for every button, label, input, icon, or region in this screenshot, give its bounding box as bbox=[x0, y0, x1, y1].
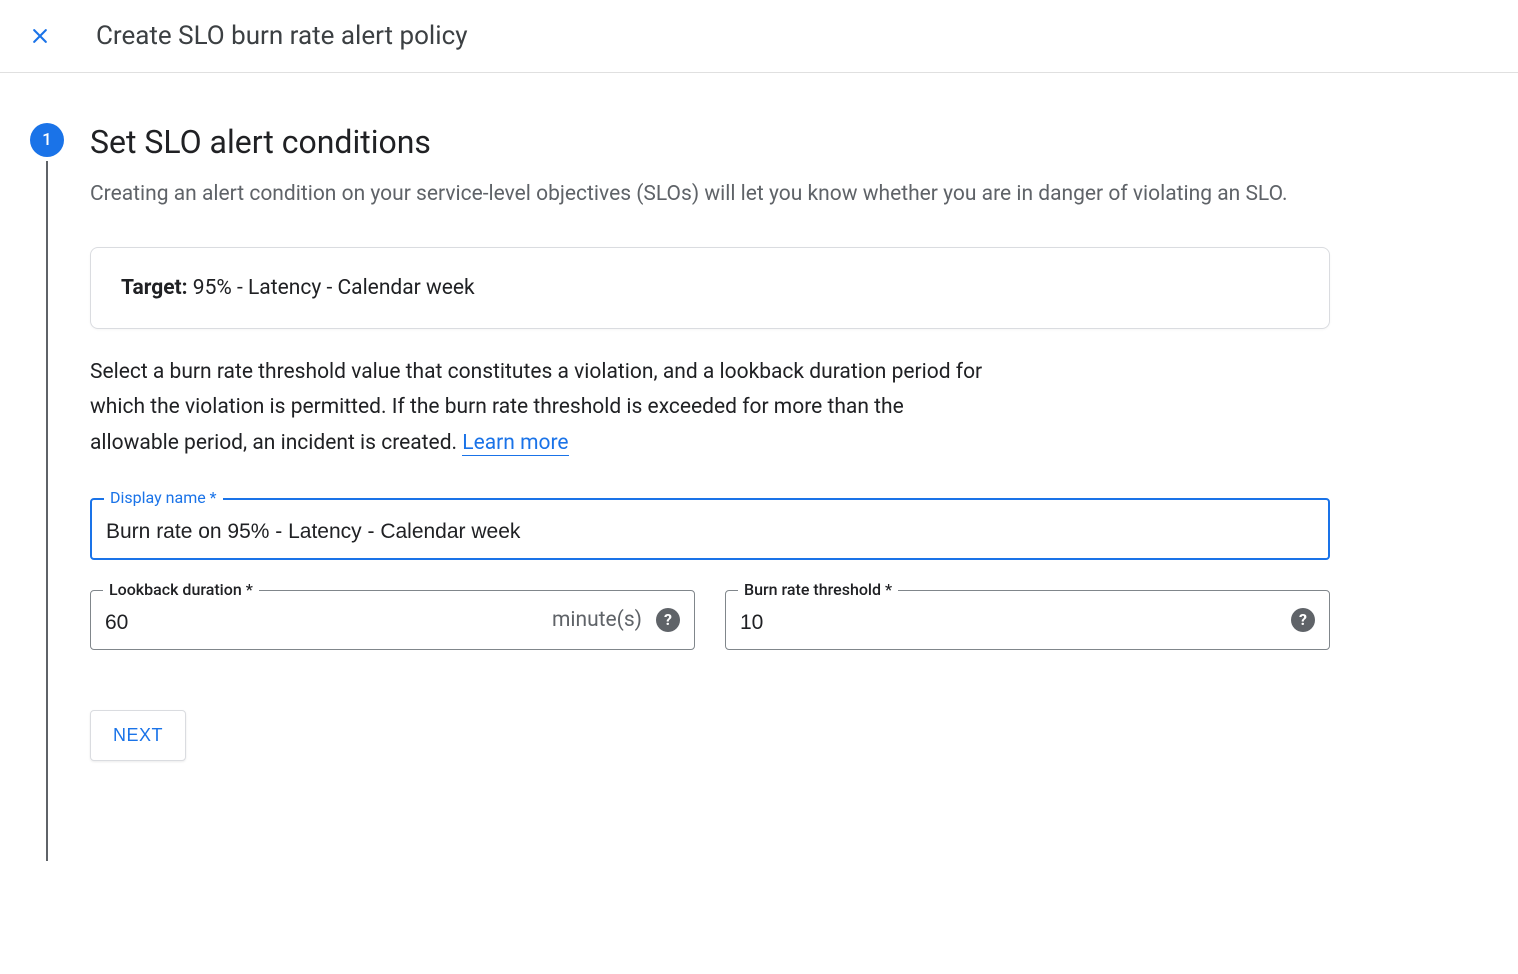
close-icon bbox=[30, 26, 50, 46]
page-header: Create SLO burn rate alert policy bbox=[0, 0, 1518, 73]
lookback-help-icon[interactable]: ? bbox=[656, 608, 680, 632]
lookback-field-group: Lookback duration * minute(s) ? bbox=[90, 590, 695, 650]
close-button[interactable] bbox=[24, 20, 56, 52]
page-title: Create SLO burn rate alert policy bbox=[96, 21, 468, 51]
lookback-input-wrap: minute(s) ? bbox=[91, 591, 694, 649]
step-body: Set SLO alert conditions Creating an ale… bbox=[90, 123, 1330, 861]
secondary-fields-row: Lookback duration * minute(s) ? Burn rat… bbox=[90, 590, 1330, 680]
lookback-input[interactable] bbox=[91, 591, 552, 649]
content-area: 1 Set SLO alert conditions Creating an a… bbox=[0, 73, 1518, 911]
step-indicator: 1 bbox=[30, 123, 64, 861]
instruction-text: Select a burn rate threshold value that … bbox=[90, 355, 990, 462]
target-card: Target: 95% - Latency - Calendar week bbox=[90, 247, 1330, 329]
step-number-badge: 1 bbox=[30, 123, 64, 157]
next-button[interactable]: NEXT bbox=[90, 710, 186, 761]
display-name-input[interactable] bbox=[92, 500, 1328, 558]
threshold-field-outline: Burn rate threshold * ? bbox=[725, 590, 1330, 650]
display-name-field-group: Display name * bbox=[90, 498, 1330, 560]
threshold-input[interactable] bbox=[726, 591, 1291, 649]
step-connector-line bbox=[46, 161, 48, 861]
lookback-field-outline: Lookback duration * minute(s) ? bbox=[90, 590, 695, 650]
threshold-label: Burn rate threshold * bbox=[738, 580, 898, 599]
step-container: 1 Set SLO alert conditions Creating an a… bbox=[30, 123, 1488, 861]
step-description: Creating an alert condition on your serv… bbox=[90, 179, 1330, 211]
target-value: 95% - Latency - Calendar week bbox=[188, 276, 475, 300]
step-title: Set SLO alert conditions bbox=[90, 123, 1330, 161]
lookback-label: Lookback duration * bbox=[103, 580, 259, 599]
learn-more-link[interactable]: Learn more bbox=[462, 431, 568, 456]
threshold-field-group: Burn rate threshold * ? bbox=[725, 590, 1330, 650]
threshold-help-icon[interactable]: ? bbox=[1291, 608, 1315, 632]
target-label: Target: bbox=[121, 276, 188, 300]
display-name-field-outline: Display name * bbox=[90, 498, 1330, 560]
threshold-input-wrap: ? bbox=[726, 591, 1329, 649]
display-name-label: Display name * bbox=[104, 488, 223, 507]
lookback-unit: minute(s) bbox=[552, 608, 642, 632]
